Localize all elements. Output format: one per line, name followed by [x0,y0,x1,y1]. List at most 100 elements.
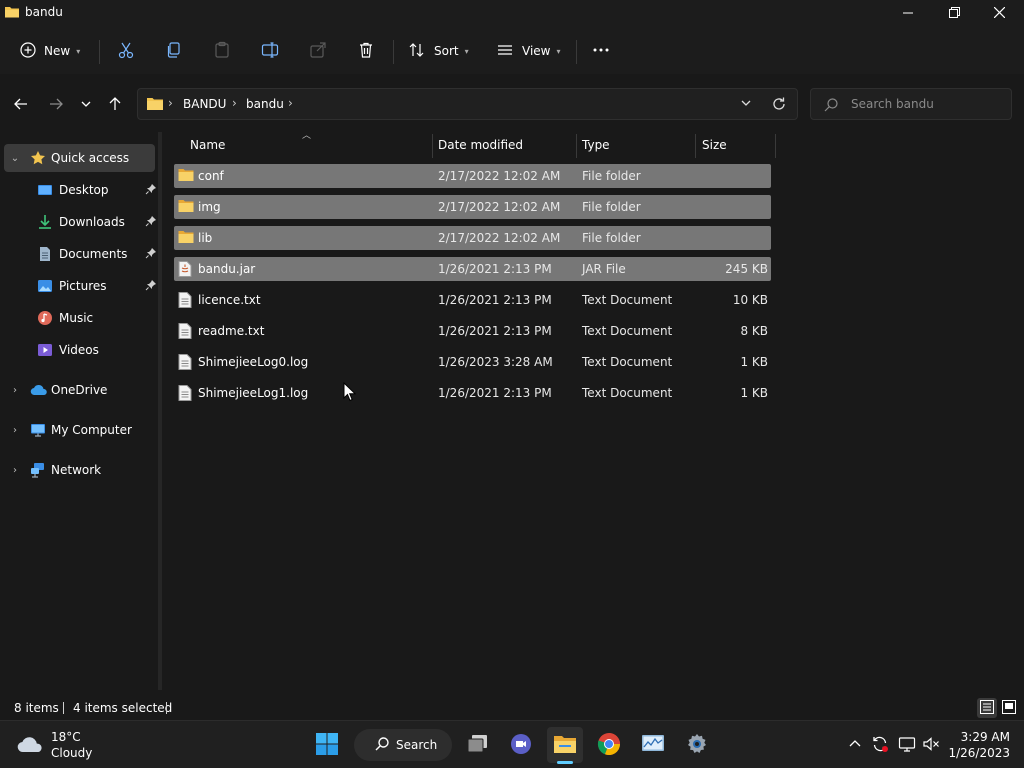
nav-desktop[interactable]: Desktop [4,176,157,204]
weather-condition[interactable]: Cloudy [51,746,92,760]
address-bar[interactable]: › BANDU › bandu › [137,88,798,120]
new-button[interactable]: New ▾ [20,35,80,67]
file-row[interactable]: readme.txt 1/26/2021 2:13 PM Text Document… [174,319,771,343]
nav-label: Pictures [59,279,107,293]
nav-onedrive[interactable]: › OneDrive [4,376,155,404]
close-button[interactable] [976,0,1022,28]
network-monitor-icon[interactable] [898,735,916,753]
file-row[interactable]: conf 2/17/2022 12:02 AM File folder [174,164,771,188]
music-icon [37,310,53,326]
nav-documents[interactable]: Documents [4,240,157,268]
column-header-name[interactable]: Name [190,132,430,158]
task-view-button[interactable] [460,727,496,763]
cut-button[interactable] [117,35,135,67]
nav-quick-access[interactable]: ⌄ Quick access [4,144,155,172]
column-header-type[interactable]: Type [582,132,692,158]
start-button[interactable] [309,727,345,763]
column-divider[interactable] [695,134,696,158]
nav-my-computer[interactable]: › My Computer [4,416,155,444]
file-name: lib [198,231,213,245]
file-name: ShimejieeLog1.log [198,386,309,400]
text-file-icon [178,292,192,311]
refresh-icon[interactable] [771,96,787,115]
nav-downloads[interactable]: Downloads [4,208,157,236]
file-type: Text Document [582,293,673,307]
sync-icon[interactable] [871,735,889,753]
search-box[interactable]: Search bandu [810,88,1012,120]
chevron-right-icon[interactable]: › [9,465,21,476]
item-count: 8 items [14,701,59,715]
details-view-button[interactable] [977,698,997,718]
copy-button[interactable] [165,35,183,67]
paste-button[interactable] [213,35,231,67]
sort-button[interactable]: Sort ▾ [408,35,469,67]
file-date: 1/26/2021 2:13 PM [438,324,552,338]
chevron-right-icon[interactable]: › [9,425,21,436]
clock-date[interactable]: 1/26/2023 [948,746,1010,760]
column-header-date[interactable]: Date modified [438,132,573,158]
pin-icon[interactable] [145,247,157,262]
file-explorer-taskbar-button[interactable] [547,727,583,763]
column-divider[interactable] [775,134,776,158]
rename-button[interactable] [261,35,279,67]
file-row[interactable]: ShimejieeLog1.log 1/26/2021 2:13 PM Text D… [174,381,771,405]
nav-label: Network [51,463,102,477]
tiles-view-button[interactable] [999,698,1019,718]
file-row[interactable]: img 2/17/2022 12:02 AM File folder [174,195,771,219]
nav-network[interactable]: › Network [4,456,155,484]
nav-music[interactable]: Music [4,304,155,332]
share-button[interactable] [309,35,327,67]
mouse-cursor-icon [343,381,357,405]
weather-temperature[interactable]: 18°C [51,730,81,744]
taskbar-search-button[interactable]: Search [354,729,452,761]
rename-icon [261,41,279,62]
weather-cloud-icon[interactable] [16,733,46,758]
up-button[interactable] [103,93,127,117]
pin-icon[interactable] [145,183,157,198]
column-divider[interactable] [576,134,577,158]
monitor-app-button[interactable] [635,727,671,763]
text-file-icon [178,354,192,373]
chevron-right-icon[interactable]: › [9,385,21,396]
restore-button[interactable] [931,0,977,28]
chat-icon [509,732,533,759]
see-more-button[interactable] [592,35,610,67]
file-row[interactable]: ShimejieeLog0.log 1/26/2023 3:28 AM Text D… [174,350,771,374]
column-divider[interactable] [432,134,433,158]
breadcrumb-item[interactable]: bandu [246,97,284,111]
status-bar: 8 items 4 items selected [0,696,1024,720]
computer-icon [30,422,46,438]
minimize-button[interactable] [885,0,931,28]
address-dropdown-icon[interactable] [739,96,753,113]
pin-icon[interactable] [145,215,157,230]
nav-pictures[interactable]: Pictures [4,272,157,300]
title-bar: bandu [0,0,1024,28]
column-header-size[interactable]: Size [702,132,772,158]
sort-icon [408,41,426,62]
file-date: 2/17/2022 12:02 AM [438,169,561,183]
forward-button[interactable] [44,93,68,117]
delete-button[interactable] [357,35,375,67]
nav-videos[interactable]: Videos [4,336,155,364]
recent-locations-button[interactable] [74,93,98,117]
teams-chat-button[interactable] [503,727,539,763]
back-button[interactable] [9,93,33,117]
settings-button[interactable] [679,727,715,763]
file-row[interactable]: licence.txt 1/26/2021 2:13 PM Text Documen… [174,288,771,312]
view-button[interactable]: View ▾ [496,35,561,67]
chevron-down-icon: ▾ [464,46,469,56]
file-type: Text Document [582,355,673,369]
search-input[interactable]: Search bandu [851,97,934,111]
volume-muted-icon[interactable] [922,735,940,753]
file-row[interactable]: lib 2/17/2022 12:02 AM File folder [174,226,771,250]
pin-icon[interactable] [145,279,157,294]
file-row[interactable]: bandu.jar 1/26/2021 2:13 PM JAR File 245 KB [174,257,771,281]
chevron-up-icon[interactable] [846,735,864,753]
nav-label: Downloads [59,215,125,229]
breadcrumb-item[interactable]: BANDU [183,97,226,111]
text-file-icon [178,323,192,342]
chrome-button[interactable] [591,727,627,763]
clock-time[interactable]: 3:29 AM [961,730,1010,744]
navigation-pane-scrollbar[interactable] [158,132,162,690]
file-name: ShimejieeLog0.log [198,355,309,369]
